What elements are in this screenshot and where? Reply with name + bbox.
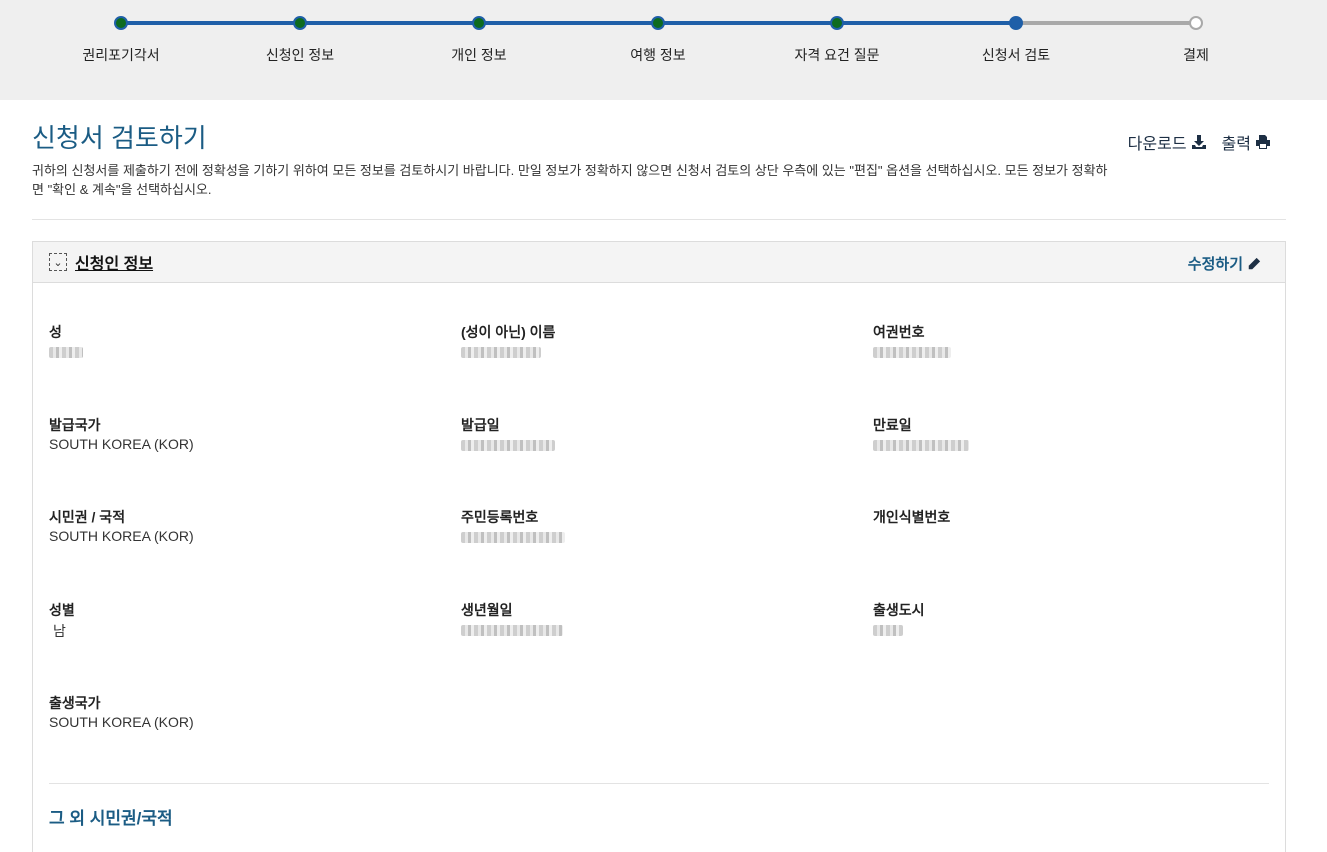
field-citizenship: 시민권 / 국적 SOUTH KOREA (KOR) — [49, 507, 449, 546]
field-issuing-country: 발급국가 SOUTH KOREA (KOR) — [49, 415, 449, 454]
field-label: 만료일 — [873, 417, 912, 433]
field-value-redacted — [49, 343, 449, 361]
field-value: SOUTH KOREA (KOR) — [49, 436, 194, 452]
field-birth-date: 생년월일 — [461, 600, 861, 639]
field-birth-city: 출생도시 — [873, 600, 1273, 639]
step-current-icon — [1009, 16, 1023, 30]
print-icon — [1256, 135, 1270, 149]
field-value-redacted — [461, 343, 861, 361]
field-label: 성 — [49, 324, 62, 340]
download-icon — [1191, 135, 1206, 149]
print-button[interactable]: 출력 — [1222, 130, 1271, 154]
field-passport-number: 여권번호 — [873, 322, 1273, 361]
step-complete-icon — [651, 16, 665, 30]
progress-track-complete — [121, 21, 1016, 25]
field-label: 여권번호 — [873, 324, 925, 340]
print-label: 출력 — [1221, 136, 1251, 153]
field-label: 성별 — [49, 602, 75, 618]
other-citizenship-heading: 그 외 시민권/국적 — [49, 809, 173, 828]
step-label: 결제 — [1183, 47, 1209, 63]
field-value-redacted — [461, 436, 861, 454]
step-label: 자격 요건 질문 — [794, 47, 880, 63]
field-label: (성이 아닌) 이름 — [461, 324, 556, 340]
field-value-redacted — [461, 621, 861, 639]
field-surname: 성 — [49, 322, 449, 361]
step-label: 개인 정보 — [451, 47, 507, 63]
progress-track-pending — [1016, 21, 1196, 25]
field-value: SOUTH KOREA (KOR) — [49, 528, 194, 544]
edit-label: 수정하기 — [1187, 256, 1243, 273]
field-value-redacted — [461, 528, 861, 546]
step-label: 신청인 정보 — [265, 47, 335, 63]
section-divider — [49, 783, 1269, 784]
field-label: 발급국가 — [49, 417, 101, 433]
step-pending-icon — [1189, 16, 1203, 30]
header-divider — [32, 219, 1286, 220]
page-title: 신청서 검토하기 — [32, 123, 207, 153]
page-description: 귀하의 신청서를 제출하기 전에 정확성을 기하기 위하여 모든 정보를 검토하… — [32, 163, 1108, 197]
download-label: 다운로드 — [1127, 136, 1187, 153]
step-complete-icon — [114, 16, 128, 30]
step-label: 권리포기각서 — [82, 47, 160, 63]
field-sex: 성별 남 — [49, 600, 449, 639]
section-toggle[interactable]: ⌄ 신청인 정보 — [49, 252, 154, 273]
field-value-redacted — [873, 343, 1273, 361]
field-value-redacted — [873, 621, 1273, 639]
applicant-info-panel: ⌄ 신청인 정보 수정하기 성 (성이 아닌) 이름 여권번호 발급국가 SOU… — [32, 241, 1286, 852]
field-birth-country: 출생국가 SOUTH KOREA (KOR) — [49, 693, 449, 732]
section-title: 신청인 정보 — [75, 256, 154, 273]
step-label: 신청서 검토 — [981, 47, 1051, 63]
step-complete-icon — [472, 16, 486, 30]
step-label: 여행 정보 — [630, 47, 686, 63]
field-label: 생년월일 — [461, 602, 513, 618]
field-issue-date: 발급일 — [461, 415, 861, 454]
panel-header: ⌄ 신청인 정보 수정하기 — [33, 242, 1285, 283]
field-label: 주민등록번호 — [461, 509, 539, 525]
field-label: 출생국가 — [49, 695, 101, 711]
field-personal-id: 개인식별번호 — [873, 507, 1273, 546]
page-tools: 다운로드 출력 — [1128, 130, 1271, 154]
field-value-redacted — [873, 436, 1273, 454]
field-value — [873, 528, 1273, 546]
step-complete-icon — [830, 16, 844, 30]
field-given-name: (성이 아닌) 이름 — [461, 322, 861, 361]
progress-tracker: 권리포기각서 신청인 정보 개인 정보 여행 정보 자격 요건 질문 신청서 검… — [0, 0, 1327, 100]
field-label: 시민권 / 국적 — [49, 509, 126, 525]
chevron-down-icon: ⌄ — [49, 253, 67, 271]
download-button[interactable]: 다운로드 — [1128, 130, 1207, 154]
edit-button[interactable]: 수정하기 — [1188, 253, 1261, 274]
field-label: 발급일 — [461, 417, 500, 433]
field-resident-number: 주민등록번호 — [461, 507, 861, 546]
pencil-icon — [1248, 257, 1261, 269]
field-value: 남 — [53, 623, 66, 639]
field-label: 개인식별번호 — [873, 509, 951, 525]
field-expiry-date: 만료일 — [873, 415, 1273, 454]
field-value: SOUTH KOREA (KOR) — [49, 714, 194, 730]
field-label: 출생도시 — [873, 602, 925, 618]
step-complete-icon — [293, 16, 307, 30]
